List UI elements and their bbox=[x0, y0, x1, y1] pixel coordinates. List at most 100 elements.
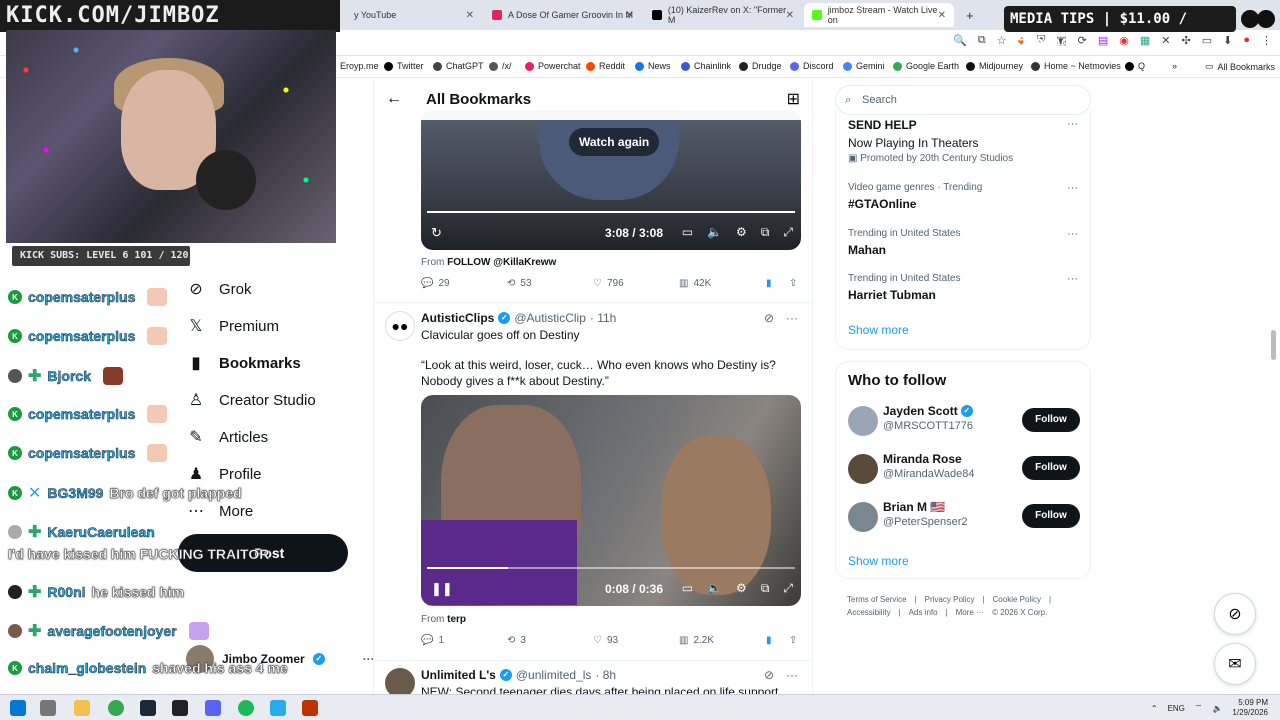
tab-jimboz-stream[interactable]: jimboz Stream - Watch Live on ✕ bbox=[804, 3, 954, 27]
nav-grok[interactable]: ⊘ Grok bbox=[187, 279, 251, 299]
tray-chevron-icon[interactable]: ⌃ bbox=[1151, 704, 1158, 713]
ads-info-link[interactable]: Ads info bbox=[909, 608, 938, 617]
all-bookmarks-folder[interactable]: ▭ All Bookmarks bbox=[1205, 61, 1275, 72]
grok-icon[interactable]: ⊘ bbox=[764, 668, 774, 682]
video-player[interactable]: ❚❚ 0:08 / 0:36 ▭ 🔈 ⚙ ⧉ ⤢ bbox=[421, 395, 801, 606]
bookmark-item[interactable]: Reddit bbox=[586, 61, 625, 71]
bookmark-item[interactable]: Discord bbox=[790, 61, 834, 71]
avatar[interactable] bbox=[848, 406, 878, 436]
author-handle[interactable]: @unlimited_ls bbox=[516, 668, 592, 682]
author-name[interactable]: Unlimited L's bbox=[421, 668, 496, 682]
show-more-link[interactable]: Show more bbox=[848, 554, 909, 568]
show-more-link[interactable]: Show more bbox=[848, 323, 909, 337]
new-tab-button[interactable]: + bbox=[958, 3, 978, 27]
extension-red-icon[interactable]: ◉ bbox=[1119, 34, 1129, 47]
bookmark-item[interactable]: Eroyp.me bbox=[340, 61, 379, 71]
settings-icon[interactable]: ⚙ bbox=[736, 581, 747, 596]
captions-icon[interactable]: ▭ bbox=[682, 581, 693, 596]
share-button[interactable]: ⇧ bbox=[789, 635, 797, 646]
close-tab-icon[interactable]: ✕ bbox=[626, 10, 634, 21]
bookmark-item[interactable]: ChatGPT bbox=[433, 61, 484, 71]
browser-menu-icon[interactable]: ⋮ bbox=[1261, 34, 1272, 47]
close-tab-icon[interactable]: ✕ bbox=[938, 10, 946, 21]
more-options-icon[interactable]: ··· bbox=[786, 668, 798, 682]
fullscreen-icon[interactable]: ⤢ bbox=[783, 581, 793, 596]
messages-fab-button[interactable]: ✉ bbox=[1214, 643, 1256, 685]
start-menu-icon[interactable] bbox=[10, 700, 26, 716]
cast-icon[interactable]: ▭ bbox=[1202, 34, 1212, 47]
picture-in-picture-icon[interactable]: ⧉ bbox=[761, 581, 770, 596]
discord-icon[interactable] bbox=[205, 700, 221, 716]
trend-item[interactable]: Trending in United States Mahan ··· bbox=[848, 228, 1078, 257]
zoom-icon[interactable]: 🔍 bbox=[953, 34, 967, 47]
replay-icon[interactable]: ↻ bbox=[431, 225, 442, 241]
repost-button[interactable]: ⟲ 3 bbox=[507, 635, 526, 646]
terms-link[interactable]: Terms of Service bbox=[847, 595, 907, 604]
watch-again-button[interactable]: Watch again bbox=[569, 128, 660, 156]
follow-suggestion[interactable]: Miranda Rose @MirandaWade84 Follow bbox=[848, 452, 1080, 486]
avatar[interactable] bbox=[385, 668, 415, 694]
more-options-icon[interactable]: ··· bbox=[1067, 182, 1078, 194]
fullscreen-icon[interactable]: ⤢ bbox=[783, 225, 793, 240]
author-name[interactable]: AutisticClips bbox=[421, 311, 494, 325]
tab-kaizerrev[interactable]: (10) KaizerRev on X: "Former M ✕ bbox=[644, 3, 802, 27]
clock[interactable]: 5:09 PM 1/29/2026 bbox=[1232, 698, 1268, 718]
author-handle[interactable]: @AutisticClip bbox=[514, 311, 586, 325]
accessibility-link[interactable]: Accessibility bbox=[847, 608, 891, 617]
language-indicator[interactable]: ENG bbox=[1168, 704, 1185, 713]
more-options-icon[interactable]: ··· bbox=[1067, 273, 1078, 285]
trend-item[interactable]: Trending in United States Harriet Tubman… bbox=[848, 273, 1078, 302]
nav-more[interactable]: ⋯ More bbox=[187, 501, 253, 521]
volume-icon[interactable]: 🔈 bbox=[707, 225, 722, 240]
pause-icon[interactable]: ❚❚ bbox=[431, 581, 453, 597]
share-button[interactable]: ⇧ bbox=[789, 278, 797, 289]
bookmark-item[interactable]: Gemini bbox=[843, 61, 885, 71]
reply-button[interactable]: 💬 29 bbox=[421, 278, 450, 289]
profile-avatar-icon[interactable]: ● bbox=[1243, 34, 1250, 47]
follow-button[interactable]: Follow bbox=[1022, 408, 1080, 432]
bookmark-item[interactable]: Drudge bbox=[739, 61, 782, 71]
telegram-icon[interactable] bbox=[270, 700, 286, 716]
task-view-icon[interactable] bbox=[40, 700, 56, 716]
cookie-link[interactable]: Cookie Policy bbox=[993, 595, 1041, 604]
network-icon[interactable]: ⌔ bbox=[1195, 703, 1203, 713]
source-link[interactable]: FOLLOW @KillaKreww bbox=[447, 257, 556, 268]
source-link[interactable]: terp bbox=[447, 614, 466, 625]
file-explorer-icon[interactable] bbox=[74, 700, 90, 716]
views-button[interactable]: ▥ 42K bbox=[679, 278, 711, 289]
volume-icon[interactable]: 🔈 bbox=[1212, 704, 1222, 713]
bookmark-item[interactable]: Midjourney bbox=[966, 61, 1023, 71]
bookmarks-overflow-icon[interactable]: » bbox=[1172, 61, 1177, 71]
privacy-link[interactable]: Privacy Policy bbox=[925, 595, 975, 604]
post-age[interactable]: · 8h bbox=[595, 668, 616, 682]
trend-item[interactable]: SEND HELP Now Playing In Theaters ▣ Prom… bbox=[848, 118, 1078, 164]
tab-youtube[interactable]: y YouTube ✕ bbox=[346, 3, 482, 27]
terminal-icon[interactable] bbox=[172, 700, 188, 716]
nav-creator-studio[interactable]: ♙ Creator Studio bbox=[187, 390, 316, 410]
bookmark-item[interactable]: Home ~ Netmovies bbox=[1031, 61, 1121, 71]
bookmark-item[interactable]: Chainlink bbox=[681, 61, 731, 71]
nav-bookmarks[interactable]: ▮ Bookmarks bbox=[187, 353, 301, 373]
bookmark-item[interactable]: Twitter bbox=[384, 61, 424, 71]
nav-profile[interactable]: ♟ Profile bbox=[187, 464, 262, 484]
video-player[interactable]: Watch again ↻ 3:08 / 3:08 ▭ 🔈 ⚙ ⧉ ⤢ bbox=[421, 110, 801, 250]
extension-video-icon[interactable]: ▤ bbox=[1098, 34, 1108, 47]
close-tab-icon[interactable]: ✕ bbox=[786, 10, 794, 21]
more-link[interactable]: More ··· bbox=[956, 608, 984, 617]
nav-articles[interactable]: ✎ Articles bbox=[187, 427, 268, 447]
downloads-icon[interactable]: ⬇ bbox=[1223, 34, 1232, 47]
post-age[interactable]: · 11h bbox=[590, 311, 616, 325]
spotify-icon[interactable] bbox=[238, 700, 254, 716]
extension-x-icon[interactable]: ✕ bbox=[1161, 34, 1170, 47]
settings-icon[interactable]: ⚙ bbox=[736, 225, 747, 240]
steam-icon[interactable] bbox=[140, 700, 156, 716]
trend-item[interactable]: Video game genres · Trending #GTAOnline … bbox=[848, 182, 1078, 211]
follow-suggestion[interactable]: Brian M 🇺🇸 @PeterSpenser2 Follow bbox=[848, 500, 1080, 534]
bookmark-button[interactable]: ▮ bbox=[766, 635, 772, 646]
grok-icon[interactable]: ⊘ bbox=[764, 311, 774, 325]
app-icon[interactable] bbox=[302, 700, 318, 716]
volume-icon[interactable]: 🔈 bbox=[707, 581, 722, 596]
more-options-icon[interactable]: ··· bbox=[786, 311, 798, 325]
video-progress-bar[interactable] bbox=[427, 211, 795, 213]
bookmark-button[interactable]: ▮ bbox=[766, 278, 772, 289]
